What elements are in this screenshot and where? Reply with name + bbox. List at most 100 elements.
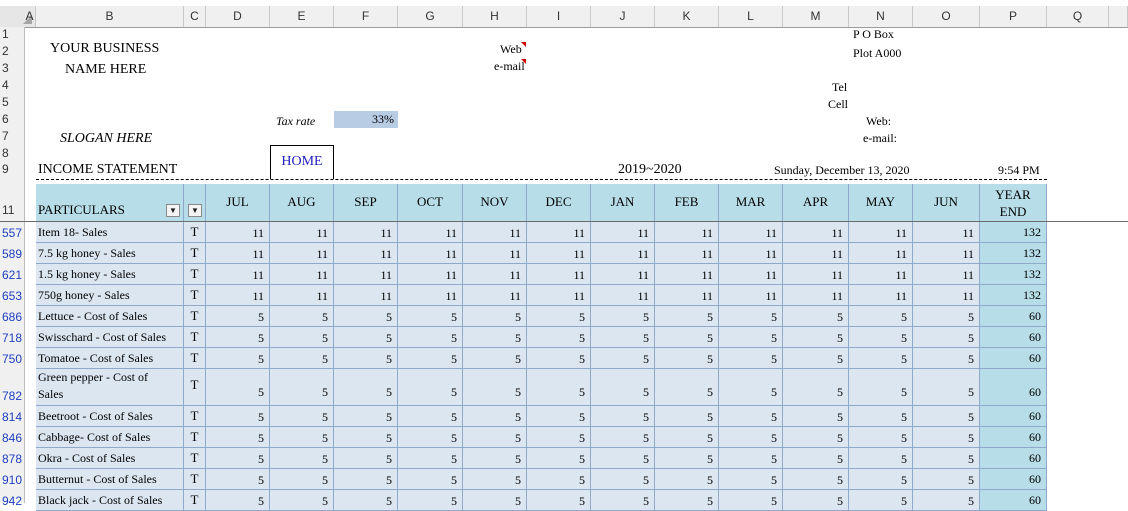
month-value-cell[interactable]: 5 (334, 306, 398, 327)
row-number[interactable]: 8 (0, 146, 24, 160)
month-value-cell[interactable]: 11 (783, 222, 849, 243)
year-end-total[interactable]: 60 (980, 348, 1047, 369)
column-header-e[interactable]: E (270, 6, 334, 27)
month-value-cell[interactable]: 5 (719, 406, 783, 427)
month-value-cell[interactable]: 5 (655, 306, 719, 327)
month-value-cell[interactable]: 11 (783, 285, 849, 306)
month-value-cell[interactable]: 11 (206, 285, 270, 306)
year-end-total[interactable]: 132 (980, 243, 1047, 264)
month-value-cell[interactable]: 11 (334, 285, 398, 306)
row-number[interactable]: 9 (0, 162, 24, 176)
month-value-cell[interactable]: 5 (849, 306, 913, 327)
column-header-l[interactable]: L (719, 6, 783, 27)
month-value-cell[interactable]: 5 (849, 448, 913, 469)
month-value-cell[interactable]: 5 (783, 369, 849, 406)
month-value-cell[interactable]: 5 (398, 427, 463, 448)
month-value-cell[interactable]: 5 (655, 348, 719, 369)
month-value-cell[interactable]: 5 (334, 369, 398, 406)
month-value-cell[interactable]: 11 (591, 285, 655, 306)
month-value-cell[interactable]: 5 (591, 490, 655, 511)
particular-name[interactable]: 750g honey - Sales (36, 285, 184, 306)
row-number[interactable]: 782 (0, 389, 24, 403)
month-value-cell[interactable]: 5 (591, 406, 655, 427)
month-value-cell[interactable]: 5 (655, 427, 719, 448)
month-value-cell[interactable]: 5 (849, 469, 913, 490)
month-value-cell[interactable]: 5 (463, 406, 527, 427)
month-value-cell[interactable]: 5 (849, 369, 913, 406)
row-number[interactable]: 2 (0, 44, 24, 58)
month-value-cell[interactable]: 5 (591, 348, 655, 369)
month-value-cell[interactable]: 5 (527, 369, 591, 406)
month-value-cell[interactable]: 5 (655, 448, 719, 469)
month-value-cell[interactable]: 5 (655, 406, 719, 427)
row-number[interactable]: 942 (0, 494, 24, 508)
month-value-cell[interactable]: 5 (719, 448, 783, 469)
month-value-cell[interactable]: 5 (334, 327, 398, 348)
column-header-d[interactable]: D (206, 6, 270, 27)
row-number[interactable]: 750 (0, 352, 24, 366)
month-value-cell[interactable]: 5 (913, 369, 980, 406)
month-value-cell[interactable]: 11 (849, 243, 913, 264)
month-value-cell[interactable]: 5 (783, 469, 849, 490)
month-value-cell[interactable]: 11 (655, 285, 719, 306)
month-value-cell[interactable]: 5 (849, 490, 913, 511)
month-value-cell[interactable]: 5 (463, 348, 527, 369)
type-cell[interactable]: T (184, 285, 206, 306)
month-value-cell[interactable]: 5 (206, 306, 270, 327)
month-value-cell[interactable]: 5 (463, 490, 527, 511)
row-number[interactable]: 5 (0, 95, 24, 109)
row-number[interactable]: 653 (0, 289, 24, 303)
month-value-cell[interactable]: 5 (655, 490, 719, 511)
month-value-cell[interactable]: 5 (913, 327, 980, 348)
row-number[interactable]: 910 (0, 473, 24, 487)
home-button[interactable]: HOME (270, 145, 334, 179)
particular-name[interactable]: Green pepper - Cost of Sales (36, 369, 184, 406)
column-header-i[interactable]: I (527, 6, 591, 27)
month-value-cell[interactable]: 5 (527, 348, 591, 369)
month-value-cell[interactable]: 11 (206, 222, 270, 243)
month-value-cell[interactable]: 5 (783, 448, 849, 469)
month-value-cell[interactable]: 5 (527, 306, 591, 327)
month-value-cell[interactable]: 5 (719, 306, 783, 327)
month-value-cell[interactable]: 5 (591, 327, 655, 348)
month-value-cell[interactable]: 11 (719, 285, 783, 306)
column-header-b[interactable]: B (36, 6, 184, 27)
month-value-cell[interactable]: 11 (719, 264, 783, 285)
month-value-cell[interactable]: 5 (398, 490, 463, 511)
month-value-cell[interactable]: 5 (591, 427, 655, 448)
month-value-cell[interactable]: 5 (849, 348, 913, 369)
month-value-cell[interactable]: 5 (206, 327, 270, 348)
month-value-cell[interactable]: 5 (206, 448, 270, 469)
year-end-total[interactable]: 132 (980, 264, 1047, 285)
column-header-o[interactable]: O (913, 6, 980, 27)
column-header-p[interactable]: P (980, 6, 1047, 27)
year-end-total[interactable]: 60 (980, 369, 1047, 406)
row-number[interactable]: 686 (0, 310, 24, 324)
month-value-cell[interactable]: 11 (783, 264, 849, 285)
column-header-j[interactable]: J (591, 6, 655, 27)
particular-name[interactable]: Tomatoe - Cost of Sales (36, 348, 184, 369)
row-number[interactable]: 718 (0, 331, 24, 345)
particular-name[interactable]: Butternut - Cost of Sales (36, 469, 184, 490)
month-value-cell[interactable]: 11 (463, 285, 527, 306)
particular-name[interactable]: Beetroot - Cost of Sales (36, 406, 184, 427)
month-value-cell[interactable]: 5 (206, 427, 270, 448)
particular-name[interactable]: Okra - Cost of Sales (36, 448, 184, 469)
month-value-cell[interactable]: 5 (527, 427, 591, 448)
month-value-cell[interactable]: 5 (527, 406, 591, 427)
column-header-c[interactable]: C (184, 6, 206, 27)
month-value-cell[interactable]: 5 (270, 469, 334, 490)
month-value-cell[interactable]: 11 (270, 285, 334, 306)
month-value-cell[interactable]: 5 (463, 427, 527, 448)
type-cell[interactable]: T (184, 327, 206, 348)
column-header-q[interactable]: Q (1047, 6, 1109, 27)
type-cell[interactable]: T (184, 490, 206, 511)
month-value-cell[interactable]: 5 (783, 490, 849, 511)
month-value-cell[interactable]: 5 (463, 327, 527, 348)
year-end-total[interactable]: 60 (980, 469, 1047, 490)
month-value-cell[interactable]: 5 (463, 369, 527, 406)
month-value-cell[interactable]: 5 (206, 369, 270, 406)
row-number[interactable]: 7 (0, 129, 24, 143)
month-value-cell[interactable]: 11 (334, 243, 398, 264)
month-value-cell[interactable]: 11 (463, 264, 527, 285)
